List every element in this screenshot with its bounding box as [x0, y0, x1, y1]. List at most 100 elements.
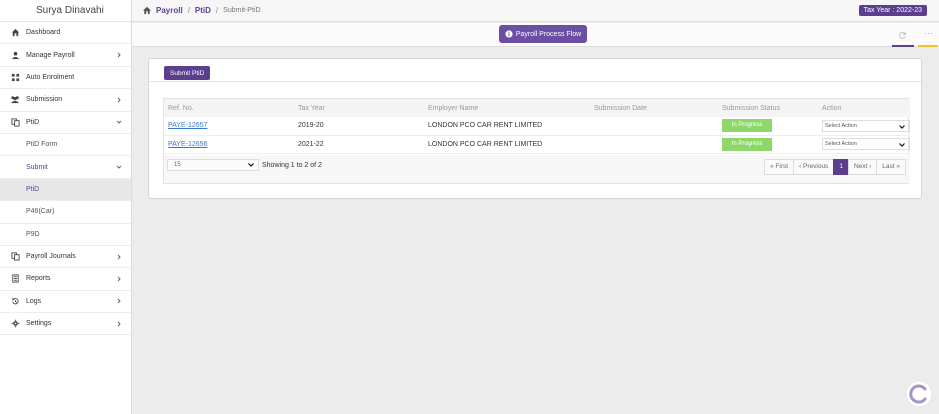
action-select[interactable]: Select Action: [822, 138, 910, 150]
copy-icon: [10, 252, 20, 262]
sidebar: Surya Dinavahi Dashboard Manage Payroll …: [0, 0, 132, 414]
breadcrumb-ptid[interactable]: PtiD: [195, 6, 211, 15]
submit-ptid-button[interactable]: Submit PtiD: [164, 66, 211, 80]
col-submission-status[interactable]: Submission Status: [718, 99, 818, 117]
chevron-down-icon: [115, 163, 123, 171]
page-size-select[interactable]: 15: [167, 159, 259, 171]
sidebar-item-ptid[interactable]: PtiD: [0, 112, 131, 134]
action-select-value: Select Action: [825, 122, 857, 129]
info-icon: [505, 30, 513, 38]
chevron-right-icon: [115, 96, 123, 104]
sidebar-item-label: Logs: [26, 297, 42, 305]
chevron-down-icon: [898, 123, 906, 131]
payroll-process-flow-button[interactable]: Payroll Process Flow: [499, 25, 587, 43]
page-size-value: 15: [174, 162, 181, 168]
sidebar-item-submit-ptid[interactable]: PtiD: [0, 178, 131, 202]
users-icon: [10, 95, 20, 105]
col-ref-no[interactable]: Ref. No.: [164, 99, 294, 117]
tab-indicator-purple: [892, 45, 914, 47]
employer-cell: LONDON PCO CAR RENT LIMITED: [424, 135, 590, 154]
sidebar-item-label: Payroll Journals: [26, 253, 76, 261]
sidebar-item-label: P9D: [26, 230, 40, 238]
refresh-icon[interactable]: [898, 31, 907, 40]
showing-text: Showing 1 to 2 of 2: [262, 162, 322, 169]
col-submission-date[interactable]: Submission Date: [590, 99, 718, 117]
sidebar-item-label: PtiD Form: [26, 141, 58, 149]
sidebar-item-label: Auto Enrolment: [26, 73, 75, 81]
gear-icon: [10, 319, 20, 329]
pager-current-page[interactable]: 1: [833, 159, 849, 175]
pager-first[interactable]: « First: [763, 159, 795, 175]
submissions-table: Ref. No. Tax Year Employer Name Submissi…: [164, 99, 910, 154]
submit-ptid-card: Submit PtiD Ref. No. Tax Year Employer N…: [148, 58, 922, 199]
sidebar-item-label: PtiD: [26, 118, 40, 126]
sidebar-item-p46car[interactable]: P46(Car): [0, 201, 131, 224]
more-icon[interactable]: ···: [924, 29, 934, 39]
card-header: Submit PtiD: [149, 59, 921, 82]
sidebar-item-settings[interactable]: Settings: [0, 313, 131, 336]
sidebar-item-payroll-journals[interactable]: Payroll Journals: [0, 246, 131, 269]
top-bar: Payroll / PtiD / Submit-PtiD Tax Year : …: [132, 0, 939, 22]
table-header-row: Ref. No. Tax Year Employer Name Submissi…: [164, 99, 910, 117]
chevron-down-icon: [115, 118, 123, 126]
user-icon: [10, 50, 20, 60]
col-tax-year[interactable]: Tax Year: [294, 99, 424, 117]
chevron-right-icon: [115, 253, 123, 261]
table-row: PAYE-12657 2019-20 LONDON PCO CAR RENT L…: [164, 117, 910, 136]
action-select[interactable]: Select Action: [822, 119, 910, 132]
action-select-value: Select Action: [825, 141, 857, 147]
user-name: Surya Dinavahi: [0, 0, 131, 22]
ref-link[interactable]: PAYE-12657: [168, 122, 207, 129]
chevron-right-icon: [115, 297, 123, 305]
employer-cell: LONDON PCO CAR RENT LIMITED: [424, 117, 590, 136]
sidebar-item-label: P46(Car): [26, 208, 55, 216]
home-icon[interactable]: [142, 6, 152, 16]
table-row: PAYE-12656 2021-22 LONDON PCO CAR RENT L…: [164, 135, 910, 154]
submission-date-cell: [590, 135, 718, 154]
sidebar-item-submit[interactable]: Submit: [0, 156, 131, 179]
sidebar-item-dashboard[interactable]: Dashboard: [0, 22, 131, 45]
sidebar-item-logs[interactable]: Logs: [0, 291, 131, 314]
submission-date-cell: [590, 117, 718, 136]
sidebar-item-label: PtiD: [26, 185, 40, 193]
chevron-right-icon: [115, 275, 123, 283]
sidebar-item-label: Submission: [26, 96, 63, 104]
breadcrumb: Payroll / PtiD / Submit-PtiD: [132, 6, 261, 16]
breadcrumb-separator: /: [215, 6, 219, 15]
report-icon: [10, 274, 20, 284]
sidebar-item-p9d[interactable]: P9D: [0, 224, 131, 246]
home-icon: [10, 28, 20, 38]
loading-spinner-icon: [904, 379, 934, 409]
col-employer-name[interactable]: Employer Name: [424, 99, 590, 117]
breadcrumb-current: Submit-PtiD: [223, 7, 261, 14]
history-icon: [10, 296, 20, 306]
table-footer: 15 Showing 1 to 2 of 2 « First ‹ Previou…: [164, 155, 910, 183]
status-badge: In Progress: [722, 137, 772, 151]
chevron-right-icon: [115, 51, 123, 59]
breadcrumb-payroll[interactable]: Payroll: [156, 6, 183, 15]
sidebar-item-label: Settings: [26, 320, 52, 328]
sidebar-item-reports[interactable]: Reports: [0, 268, 131, 291]
process-flow-label: Payroll Process Flow: [515, 30, 582, 38]
tax-year-badge[interactable]: Tax Year : 2022-23: [858, 5, 927, 16]
sidebar-item-manage-payroll[interactable]: Manage Payroll: [0, 44, 131, 67]
sidebar-item-label: Manage Payroll: [26, 51, 75, 59]
sidebar-item-label: Dashboard: [26, 29, 61, 37]
sidebar-item-auto-enrolment[interactable]: Auto Enrolment: [0, 67, 131, 90]
grid-icon: [10, 72, 20, 82]
status-badge: In Progress: [722, 119, 772, 133]
chevron-down-icon: [247, 161, 255, 169]
ref-link[interactable]: PAYE-12656: [168, 141, 207, 148]
sidebar-item-label: Reports: [26, 275, 51, 283]
tab-indicator-yellow: [918, 45, 938, 47]
tax-year-cell: 2021-22: [294, 135, 424, 154]
process-flow-bar: Payroll Process Flow ···: [132, 23, 939, 47]
sidebar-item-submission[interactable]: Submission: [0, 89, 131, 112]
pager-last[interactable]: Last »: [876, 159, 906, 175]
pager-next[interactable]: Next ›: [847, 159, 878, 175]
pager-previous[interactable]: ‹ Previous: [793, 159, 835, 175]
sidebar-item-ptid-form[interactable]: PtiD Form: [0, 134, 131, 157]
tax-year-cell: 2019-20: [294, 117, 424, 136]
chevron-right-icon: [115, 320, 123, 328]
sidebar-item-label: Submit: [26, 163, 48, 171]
